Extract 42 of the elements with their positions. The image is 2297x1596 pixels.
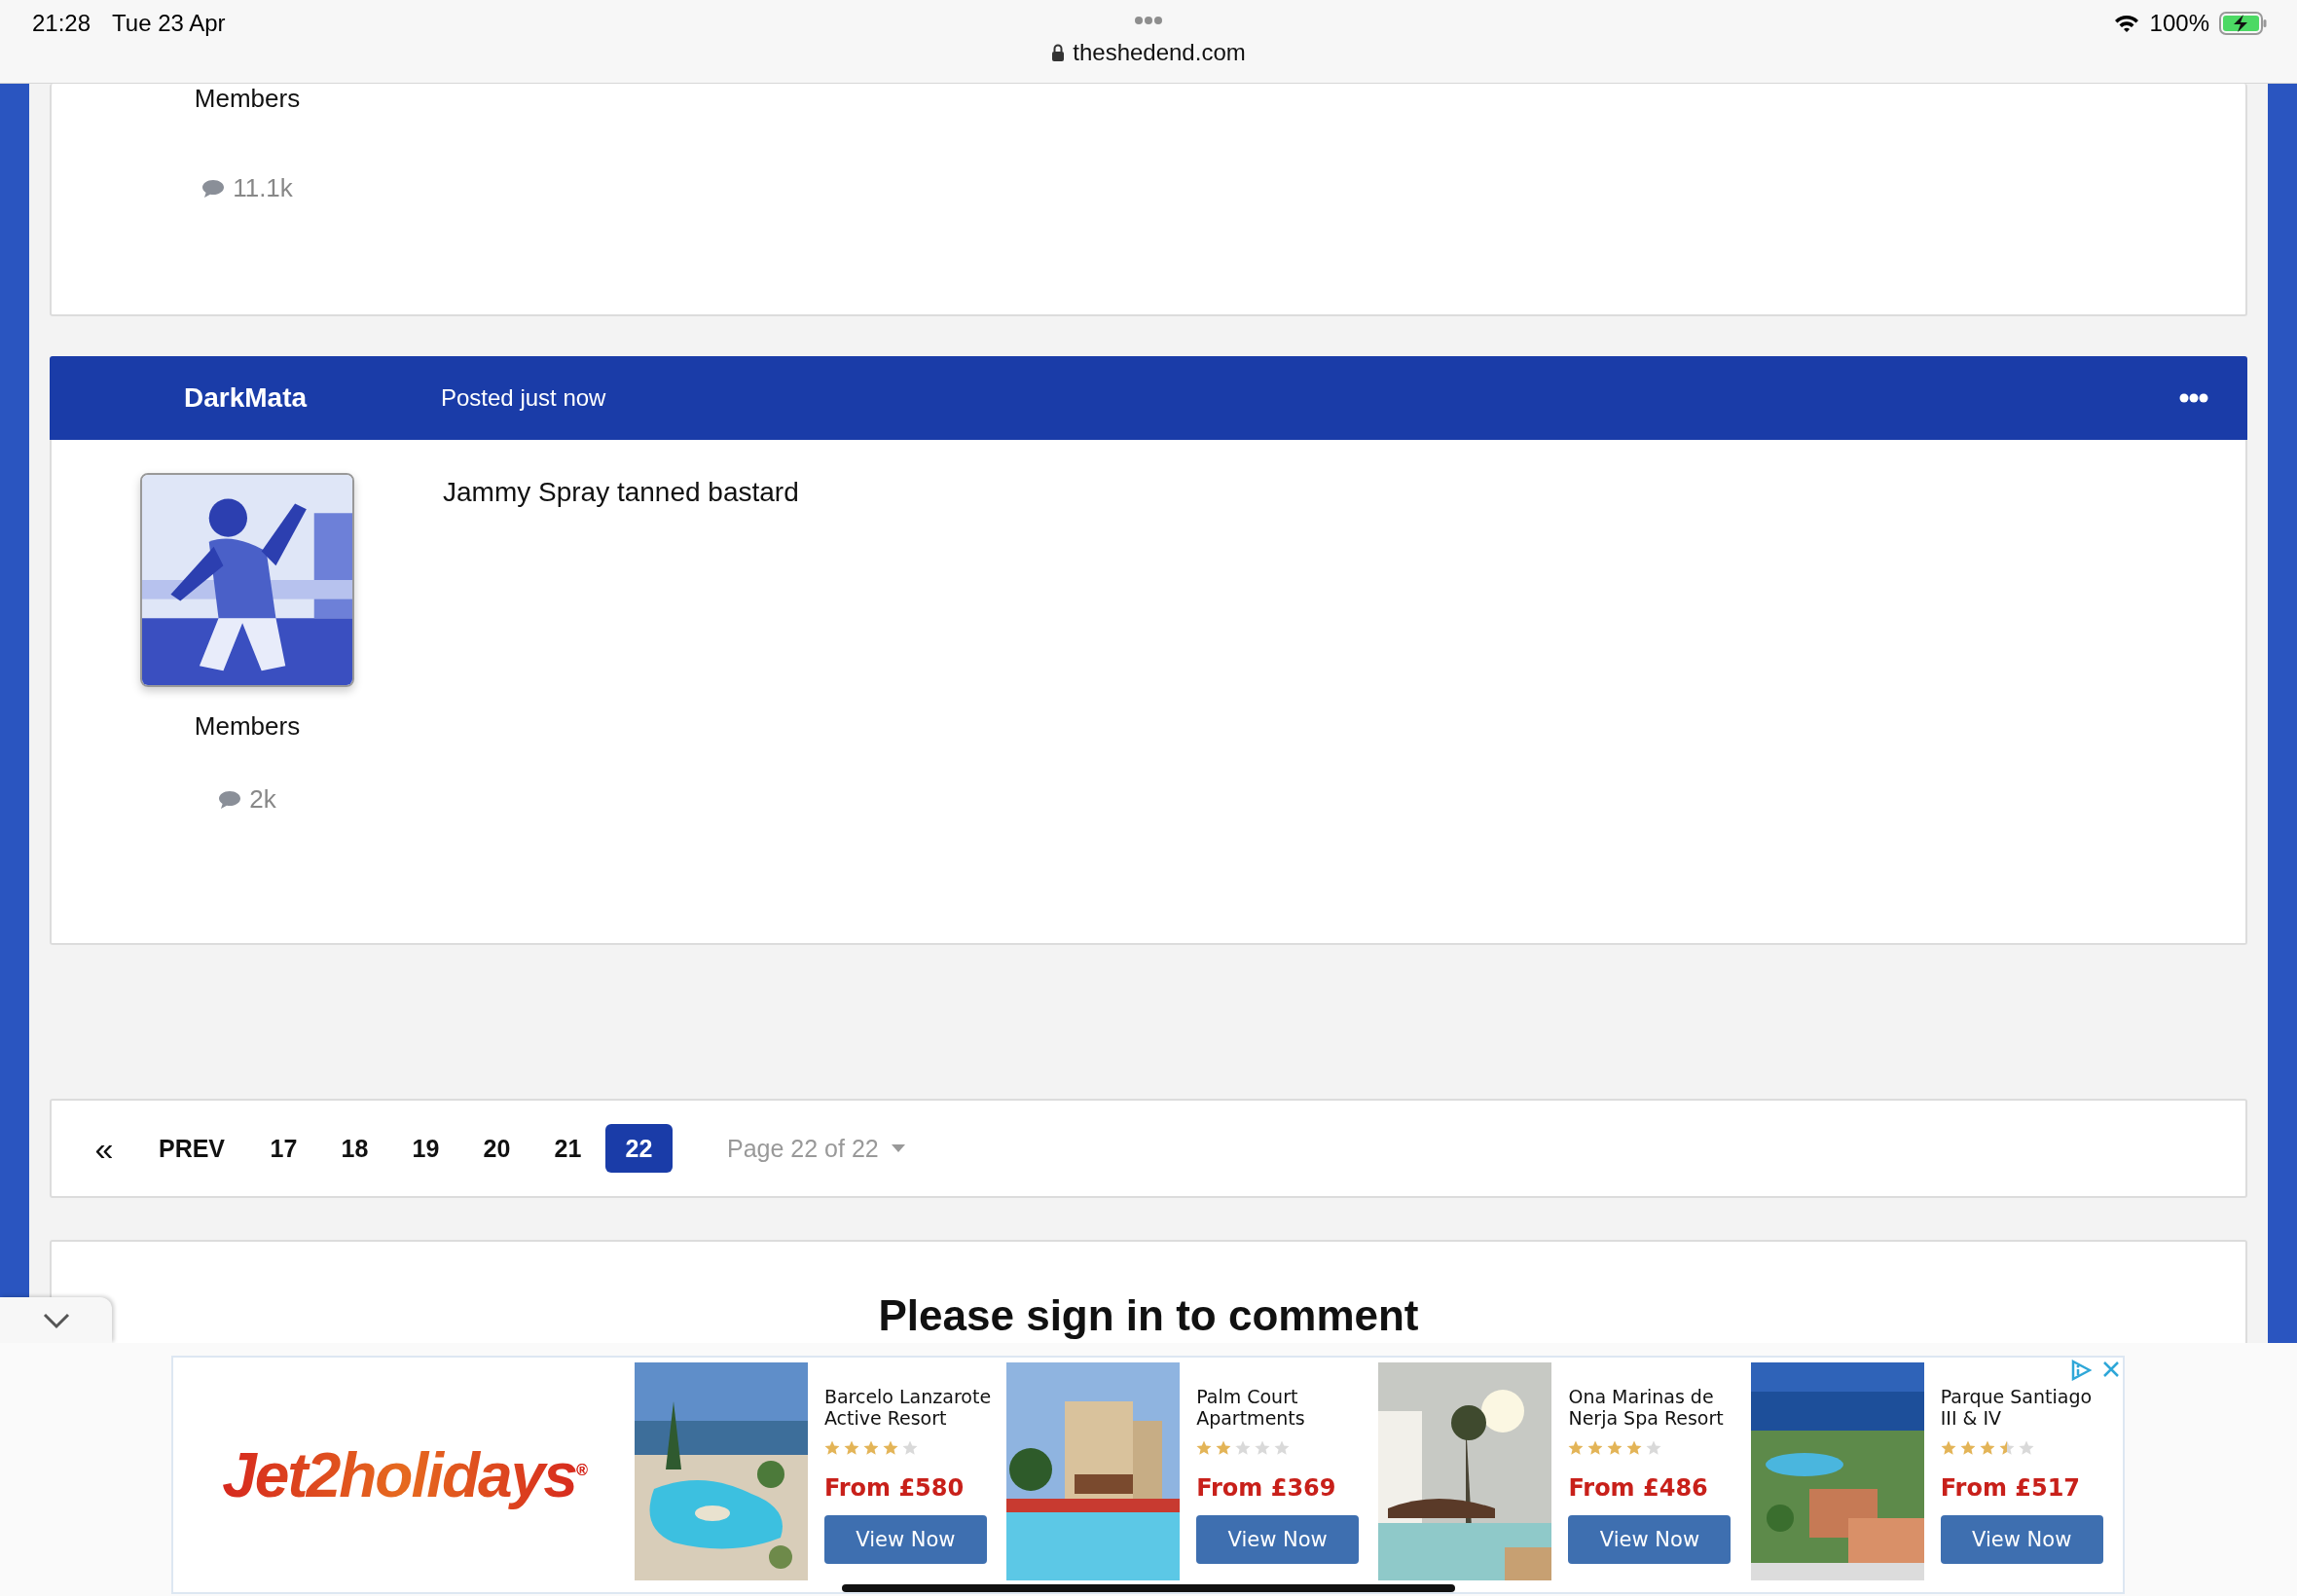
page-button[interactable]: 22 (605, 1124, 673, 1173)
hotel-name: Palm Court Apartments (1196, 1386, 1306, 1431)
member-group: Members (194, 84, 301, 113)
view-now-button[interactable]: View Now (1196, 1515, 1360, 1564)
more-icon[interactable] (2179, 393, 2208, 403)
collapse-tab[interactable] (0, 1297, 112, 1343)
post-count: 2k (249, 784, 276, 815)
page-button[interactable]: 19 (392, 1124, 459, 1173)
date: Tue 23 Apr (112, 10, 226, 37)
price: From £580 (823, 1474, 966, 1502)
post-text: Jammy Spray tanned bastard (443, 476, 799, 508)
close-icon[interactable] (2101, 1360, 2121, 1379)
author-name[interactable]: DarkMata (183, 382, 308, 414)
adchoices-icon[interactable] (2070, 1360, 2092, 1381)
clock-time: 21:28 (32, 10, 91, 37)
member-group: Members (194, 711, 301, 741)
post-count: 11.1k (233, 173, 293, 203)
view-now-button[interactable]: View Now (1568, 1515, 1732, 1564)
lock-icon (1051, 44, 1066, 61)
price: From £517 (1940, 1474, 2082, 1502)
hotel-name: Barcelo Lanzarote Active Resort (823, 1386, 993, 1431)
hotel-name: Ona Marinas de Nerja Spa Resort (1568, 1386, 1725, 1431)
view-now-button[interactable]: View Now (1940, 1515, 2103, 1564)
battery-percent: 100% (2149, 10, 2209, 37)
comment-icon (218, 788, 242, 811)
address-text[interactable]: theshedend.com (1073, 39, 1246, 66)
chevron-down-icon (41, 1311, 71, 1329)
comment-icon (201, 177, 226, 200)
post-date: Posted just now (441, 384, 607, 412)
battery-icon (2219, 12, 2268, 35)
price: From £369 (1196, 1474, 1337, 1502)
prev-button[interactable]: PREV (153, 1124, 231, 1173)
page-button[interactable]: 21 (534, 1124, 602, 1173)
hotel-name: Parque Santiago III & IV (1940, 1386, 2094, 1431)
page-button[interactable]: 20 (463, 1124, 530, 1173)
page-button[interactable]: 18 (321, 1124, 388, 1173)
sign-in-heading: Please sign in to comment (878, 1290, 1419, 1341)
page-button[interactable]: 17 (250, 1124, 317, 1173)
first-page-button[interactable]: « (85, 1124, 124, 1173)
price: From £486 (1568, 1474, 1709, 1502)
caret-icon[interactable] (890, 1143, 906, 1153)
view-now-button[interactable]: View Now (823, 1515, 987, 1564)
